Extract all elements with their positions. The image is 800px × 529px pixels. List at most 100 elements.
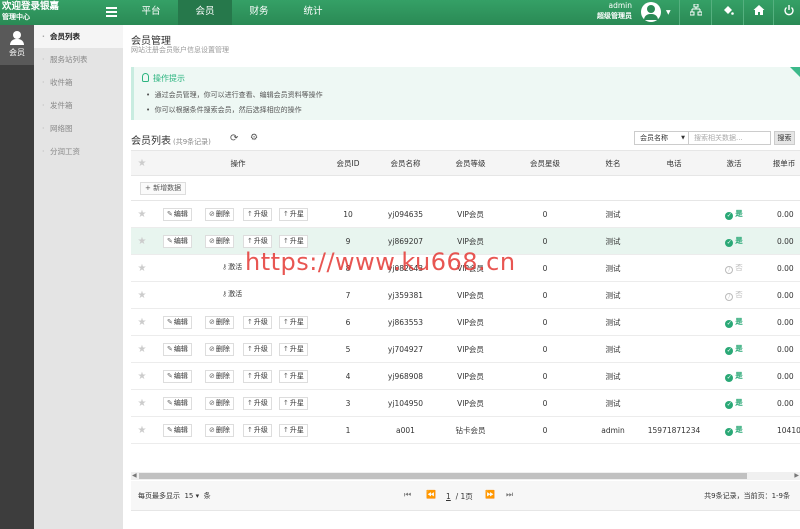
edit-button[interactable]: ✎编辑: [163, 424, 192, 437]
table-row[interactable]: ★ ✎编辑 ⊘删除 ↑升级 ↑升星 10 yj094635 VIP会员 0 测试 ✓ 是 0.00: [131, 201, 800, 228]
first-page-icon[interactable]: ⏮: [404, 490, 411, 500]
edit-button[interactable]: ✎编辑: [163, 208, 192, 221]
col-id[interactable]: 会员ID: [323, 151, 373, 175]
scroll-right-icon[interactable]: ▶: [794, 472, 799, 479]
scroll-thumb[interactable]: [139, 473, 747, 479]
activate-button[interactable]: ⚷激活: [219, 262, 245, 275]
col-active[interactable]: 激活: [709, 151, 759, 175]
key-icon: ⚷: [222, 290, 228, 298]
prev-page-icon[interactable]: ⏪: [426, 490, 436, 499]
edit-button[interactable]: ✎编辑: [163, 235, 192, 248]
search-field-select[interactable]: 会员名称 ▼: [634, 131, 689, 145]
edit-button[interactable]: ✎编辑: [163, 370, 192, 383]
col-star[interactable]: 会员星级: [503, 151, 587, 175]
cell-coin: 104100.0: [777, 425, 800, 435]
star-up-button[interactable]: ↑升星: [279, 316, 308, 329]
topnav-platform[interactable]: 平台: [124, 0, 178, 25]
subnav-station-list[interactable]: 服务站列表: [34, 48, 123, 71]
divider: [773, 0, 774, 25]
delete-button[interactable]: ⊘删除: [205, 208, 234, 221]
delete-button[interactable]: ⊘删除: [205, 424, 234, 437]
delete-button[interactable]: ⊘删除: [205, 370, 234, 383]
col-name[interactable]: 会员名称: [373, 151, 438, 175]
home-icon[interactable]: [751, 4, 767, 20]
row-star-icon[interactable]: ★: [131, 390, 153, 416]
upgrade-button[interactable]: ↑升级: [243, 397, 272, 410]
active-yes: ✓ 是: [725, 209, 743, 220]
table-row[interactable]: ★ ✎编辑 ⊘删除 ↑升级 ↑升星 3 yj104950 VIP会员 0 测试 ✓ 是 0.00: [131, 390, 800, 417]
current-page-input[interactable]: 1: [446, 492, 451, 501]
refresh-icon[interactable]: ⟳: [230, 133, 238, 144]
table-row[interactable]: ★ ✎编辑 ⊘删除 ↑升级 ↑升星 1 a001 钻卡会员 0 admin 15971871234 ✓…: [131, 417, 800, 444]
upgrade-button[interactable]: ↑升级: [243, 316, 272, 329]
row-ops: ✎编辑 ⊘删除 ↑升级 ↑升星: [163, 417, 323, 443]
edit-button[interactable]: ✎编辑: [163, 316, 192, 329]
topnav-stats[interactable]: 统计: [286, 0, 340, 25]
col-phone[interactable]: 电话: [639, 151, 709, 175]
table-row[interactable]: ★ ✎编辑 ⊘删除 ↑升级 ↑升星 4 yj968908 VIP会员 0 测试 ✓ 是 0.00: [131, 363, 800, 390]
header-star-icon[interactable]: ★: [131, 151, 153, 175]
table-row[interactable]: ★ ⚷激活 7 yj359381 VIP会员 0 测试 / 否 0.00: [131, 282, 800, 309]
search-button[interactable]: 搜索: [774, 131, 795, 145]
col-level[interactable]: 会员等级: [438, 151, 503, 175]
edit-icon: ✎: [167, 345, 173, 353]
avatar[interactable]: [641, 2, 661, 22]
subnav-inbox[interactable]: 收件箱: [34, 71, 123, 94]
collapse-corner-icon[interactable]: [790, 67, 800, 77]
edit-button[interactable]: ✎编辑: [163, 343, 192, 356]
upgrade-button[interactable]: ↑升级: [243, 235, 272, 248]
delete-button[interactable]: ⊘删除: [205, 397, 234, 410]
star-up-button[interactable]: ↑升星: [279, 343, 308, 356]
row-ops: ✎编辑 ⊘删除 ↑升级 ↑升星: [163, 336, 323, 362]
topnav-finance[interactable]: 财务: [232, 0, 286, 25]
paint-bucket-icon[interactable]: [720, 4, 736, 20]
star-up-button[interactable]: ↑升星: [279, 208, 308, 221]
scroll-left-icon[interactable]: ◀: [132, 472, 137, 479]
upgrade-button[interactable]: ↑升级: [243, 343, 272, 356]
upgrade-button[interactable]: ↑升级: [243, 370, 272, 383]
subnav-outbox[interactable]: 发件箱: [34, 94, 123, 117]
col-realname[interactable]: 姓名: [587, 151, 639, 175]
power-icon[interactable]: [781, 4, 797, 20]
delete-button[interactable]: ⊘删除: [205, 343, 234, 356]
row-star-icon[interactable]: ★: [131, 336, 153, 362]
row-star-icon[interactable]: ★: [131, 282, 153, 308]
next-page-icon[interactable]: ⏩: [485, 490, 495, 499]
horizontal-scrollbar[interactable]: ◀ ▶: [131, 472, 800, 480]
row-star-icon[interactable]: ★: [131, 309, 153, 335]
delete-button[interactable]: ⊘删除: [205, 316, 234, 329]
upgrade-button[interactable]: ↑升级: [243, 208, 272, 221]
row-star-icon[interactable]: ★: [131, 228, 153, 254]
col-coin[interactable]: 报单币: [759, 151, 800, 175]
page-indicator: 1 / 1页: [446, 492, 473, 501]
gears-icon[interactable]: ⚙: [250, 133, 258, 143]
edit-button[interactable]: ✎编辑: [163, 397, 192, 410]
caret-down-icon[interactable]: ▼: [666, 9, 671, 16]
row-star-icon[interactable]: ★: [131, 363, 153, 389]
table-row[interactable]: ★ ✎编辑 ⊘删除 ↑升级 ↑升星 5 yj704927 VIP会员 0 测试 ✓ 是 0.00: [131, 336, 800, 363]
menu-toggle-icon[interactable]: [106, 7, 117, 17]
search-input[interactable]: 搜索相关数据...: [689, 131, 771, 145]
page-size-select[interactable]: 15: [184, 492, 193, 500]
subnav-member-list[interactable]: 会员列表: [34, 25, 123, 48]
subnav-profit[interactable]: 分润工资: [34, 140, 123, 163]
delete-button[interactable]: ⊘删除: [205, 235, 234, 248]
subnav-network[interactable]: 网络图: [34, 117, 123, 140]
upgrade-button[interactable]: ↑升级: [243, 424, 272, 437]
add-data-button[interactable]: + 新增数据: [140, 182, 187, 195]
cell-coin: 0.00: [777, 263, 794, 273]
topnav-member[interactable]: 会员: [178, 0, 232, 25]
last-page-icon[interactable]: ⏭: [506, 490, 513, 500]
star-up-button[interactable]: ↑升星: [279, 235, 308, 248]
row-star-icon[interactable]: ★: [131, 201, 153, 227]
star-up-button[interactable]: ↑升星: [279, 397, 308, 410]
activate-button[interactable]: ⚷激活: [219, 289, 245, 302]
left-member-item[interactable]: 会员: [0, 25, 34, 65]
star-up-button[interactable]: ↑升星: [279, 424, 308, 437]
sitemap-icon[interactable]: [688, 3, 704, 20]
row-star-icon[interactable]: ★: [131, 255, 153, 281]
row-star-icon[interactable]: ★: [131, 417, 153, 443]
table-row[interactable]: ★ ✎编辑 ⊘删除 ↑升级 ↑升星 6 yj863553 VIP会员 0 测试 ✓ 是 0.00: [131, 309, 800, 336]
brand-subtitle: 管理中心: [2, 13, 30, 21]
star-up-button[interactable]: ↑升星: [279, 370, 308, 383]
